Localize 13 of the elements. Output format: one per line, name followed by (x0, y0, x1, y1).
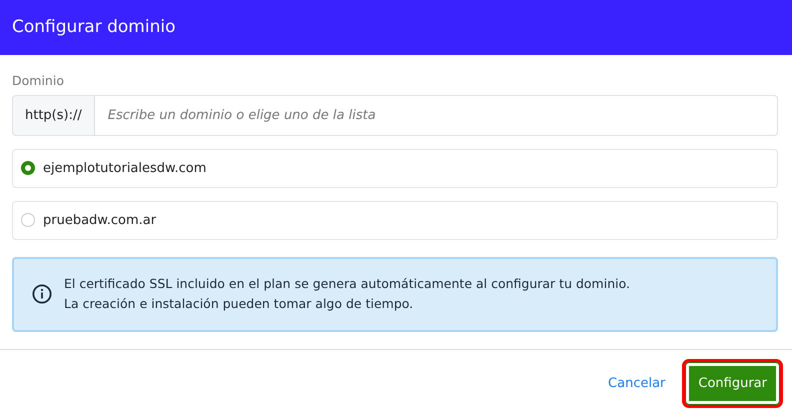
info-icon (32, 284, 52, 304)
alert-text: El certificado SSL incluido en el plan se genera automáticamente al configurar tu dominio. (64, 275, 630, 294)
url-prefix: http(s):// (12, 94, 95, 136)
radio-button[interactable] (21, 213, 35, 228)
domain-input-field[interactable]: Escribe un dominio o elige uno de la lista (94, 94, 778, 136)
domain-option[interactable]: pruebadw.com.ar (43, 210, 156, 230)
alert-text: La creación e instalación pueden tomar algo de tiempo. (64, 295, 414, 314)
dialog-title: Configurar dominio (12, 17, 176, 38)
field-label: Dominio (12, 72, 64, 90)
cancel-link[interactable]: Cancelar (604, 370, 670, 397)
domain-option[interactable]: ejemplotutorialesdw.com (43, 158, 206, 178)
radio-button[interactable] (21, 161, 35, 176)
configure-button[interactable]: Configurar (685, 362, 780, 405)
